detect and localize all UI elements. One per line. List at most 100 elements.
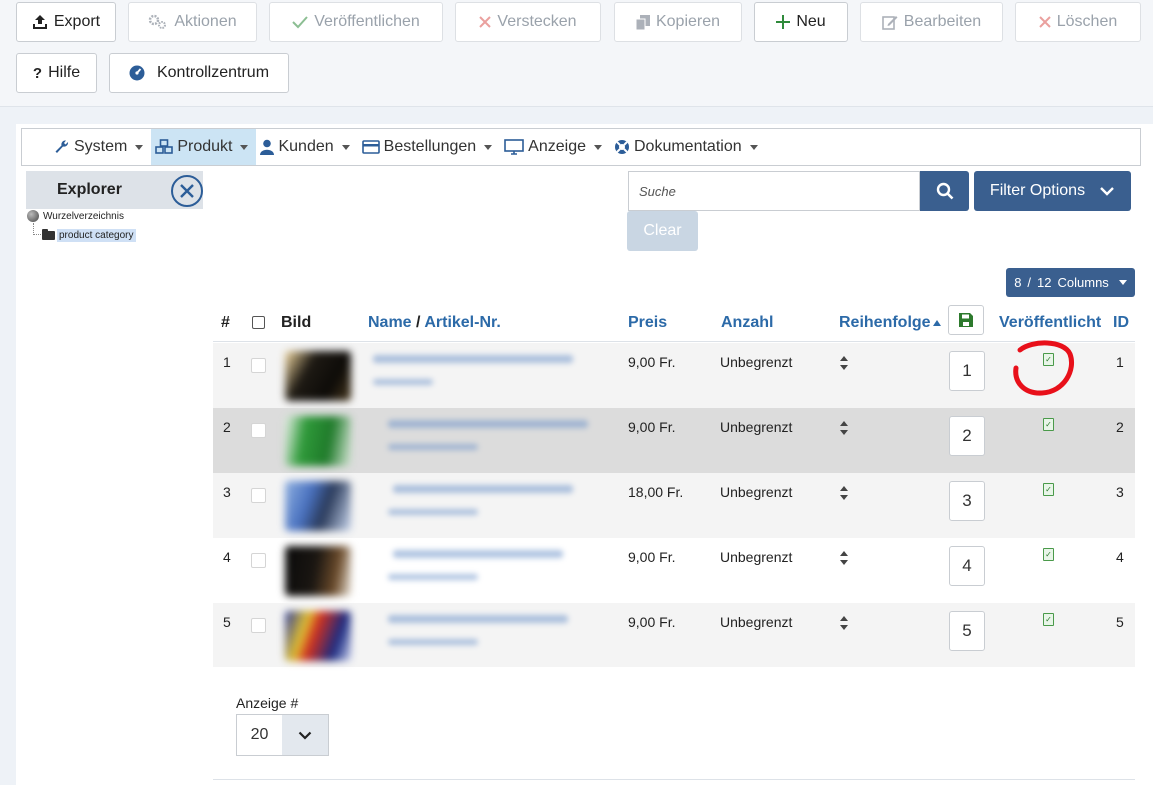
search-icon [936, 182, 953, 200]
row-anzahl: Unbegrenzt [720, 484, 793, 500]
th-reihenfolge-label[interactable]: Reihenfolge [839, 314, 931, 331]
row-checkbox[interactable] [251, 618, 266, 633]
order-input[interactable]: 3 [949, 481, 985, 521]
verstecken-button[interactable]: Verstecken [455, 2, 601, 42]
tree-root[interactable]: Wurzelverzeichnis [27, 210, 124, 222]
product-sku [388, 574, 478, 580]
menu-kunden[interactable]: Kunden [256, 129, 357, 165]
product-name-link[interactable] [388, 420, 588, 428]
menu-produkt[interactable]: Produkt [151, 129, 257, 165]
menubar: System Produkt Kunden Bestellungen Anzei… [21, 128, 1141, 166]
published-icon[interactable]: ✓ [1043, 613, 1054, 626]
row-checkbox[interactable] [251, 423, 266, 438]
hilfe-button[interactable]: ? Hilfe [16, 53, 97, 93]
th-artikel-label[interactable]: Artikel-Nr. [424, 314, 500, 331]
product-thumbnail[interactable] [285, 416, 351, 466]
sort-handle-icon[interactable] [839, 355, 849, 371]
th-anzahl[interactable]: Anzahl [721, 314, 773, 332]
plus-icon [776, 15, 791, 29]
product-thumbnail[interactable] [285, 611, 351, 661]
th-name[interactable]: Name / Artikel-Nr. [368, 314, 501, 332]
export-button[interactable]: Export [16, 2, 116, 42]
loeschen-label: Löschen [1056, 13, 1118, 30]
search-input[interactable] [628, 171, 920, 211]
product-thumbnail[interactable] [285, 481, 351, 531]
published-icon[interactable]: ✓ [1043, 418, 1054, 431]
row-num: 1 [223, 354, 231, 370]
table-row: 3 18,00 Fr. Unbegrenzt 3 ✓ 3 [213, 473, 1135, 538]
select-all-checkbox[interactable] [252, 316, 265, 329]
veroeffentlichen-label: Veröffentlichen [314, 13, 420, 30]
product-name-link[interactable] [388, 615, 568, 623]
desktop-icon [504, 139, 524, 155]
th-name-label[interactable]: Name [368, 314, 412, 331]
neu-button[interactable]: Neu [754, 2, 848, 42]
sort-handle-icon[interactable] [839, 485, 849, 501]
row-checkbox[interactable] [251, 553, 266, 568]
th-preis[interactable]: Preis [628, 314, 667, 332]
page-size-value: 20 [250, 726, 269, 743]
product-thumbnail[interactable] [285, 351, 351, 401]
sort-handle-icon[interactable] [839, 615, 849, 631]
edit-icon [881, 14, 898, 30]
tree-item-product-category[interactable]: product category [42, 229, 136, 242]
clear-button[interactable]: Clear [627, 211, 698, 251]
order-input[interactable]: 4 [949, 546, 985, 586]
sort-handle-icon[interactable] [839, 420, 849, 436]
menu-anzeige-label: Anzeige [528, 138, 586, 155]
kopieren-label: Kopieren [655, 13, 721, 30]
toolbar: Export Aktionen Veröffentlichen Versteck… [0, 0, 1153, 107]
user-icon [260, 139, 275, 155]
published-icon[interactable]: ✓ [1043, 353, 1054, 366]
order-input[interactable]: 2 [949, 416, 985, 456]
menu-anzeige[interactable]: Anzeige [500, 129, 610, 165]
search-button[interactable] [920, 171, 969, 211]
product-thumbnail[interactable] [285, 546, 351, 596]
menu-bestellungen[interactable]: Bestellungen [358, 129, 501, 165]
menu-system[interactable]: System [50, 129, 151, 165]
copy-icon [635, 14, 650, 30]
published-icon[interactable]: ✓ [1043, 548, 1054, 561]
sort-handle-icon[interactable] [839, 550, 849, 566]
page-size-label: Anzeige # [236, 695, 299, 711]
main-panel: System Produkt Kunden Bestellungen Anzei… [16, 124, 1153, 785]
table-row: 1 9,00 Fr. Unbegrenzt 1 ✓ 1 [213, 343, 1135, 408]
chevron-down-icon [282, 715, 328, 755]
row-preis: 9,00 Fr. [628, 419, 676, 435]
filter-options-button[interactable]: Filter Options [974, 171, 1131, 211]
product-name-link[interactable] [393, 550, 563, 558]
product-name-link[interactable] [373, 355, 573, 363]
row-checkbox[interactable] [251, 488, 266, 503]
page-size-select[interactable]: 20 [236, 714, 329, 756]
published-icon[interactable]: ✓ [1043, 483, 1054, 496]
product-sku [373, 379, 433, 385]
times-icon [479, 16, 492, 28]
save-order-button[interactable] [948, 305, 984, 335]
row-anzahl: Unbegrenzt [720, 549, 793, 565]
menu-dokumentation[interactable]: Dokumentation [610, 129, 766, 165]
bearbeiten-label: Bearbeiten [903, 13, 982, 30]
aktionen-button[interactable]: Aktionen [128, 2, 257, 42]
row-preis: 9,00 Fr. [628, 354, 676, 370]
wrench-icon [54, 139, 70, 155]
th-veroeffentlicht[interactable]: Veröffentlicht [999, 314, 1101, 332]
divider [213, 779, 1135, 780]
kopieren-button[interactable]: Kopieren [614, 2, 742, 42]
row-num: 2 [223, 419, 231, 435]
row-checkbox[interactable] [251, 358, 266, 373]
kontrollzentrum-button[interactable]: Kontrollzentrum [109, 53, 289, 93]
kontrollzentrum-label: Kontrollzentrum [156, 64, 270, 81]
veroeffentlichen-button[interactable]: Veröffentlichen [269, 2, 443, 42]
th-num: # [221, 314, 230, 331]
close-icon[interactable] [171, 175, 203, 207]
columns-button[interactable]: 8 / 12 Columns [1006, 268, 1135, 297]
row-id: 5 [1116, 614, 1124, 630]
product-name-link[interactable] [393, 485, 573, 493]
dashboard-icon [129, 65, 145, 81]
order-input[interactable]: 1 [949, 351, 985, 391]
loeschen-button[interactable]: Löschen [1015, 2, 1141, 42]
bearbeiten-button[interactable]: Bearbeiten [860, 2, 1003, 42]
order-input[interactable]: 5 [949, 611, 985, 651]
th-id[interactable]: ID [1113, 314, 1129, 332]
th-reihenfolge[interactable]: Reihenfolge [839, 314, 942, 332]
